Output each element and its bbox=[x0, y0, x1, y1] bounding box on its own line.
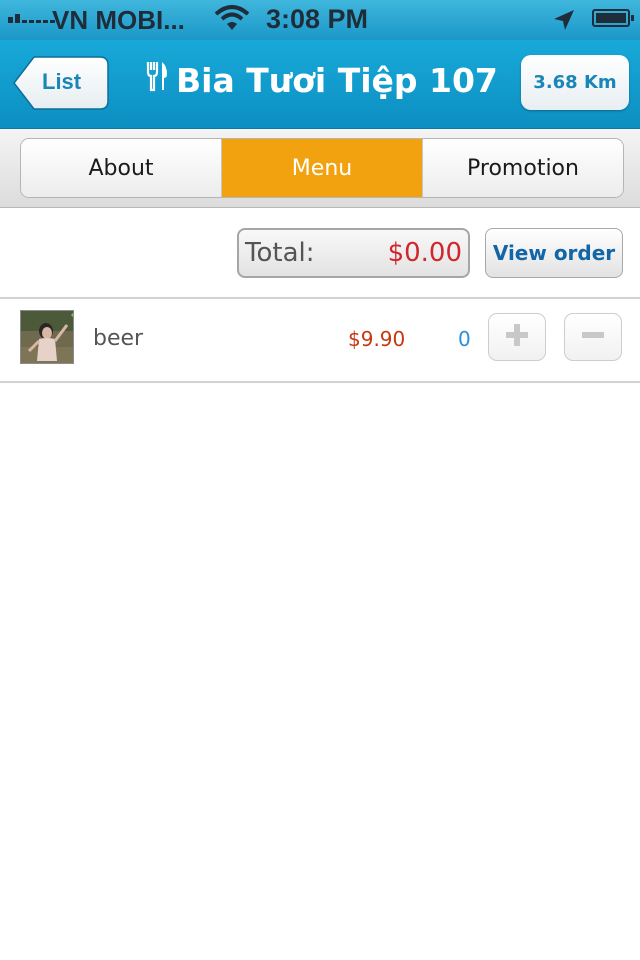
increase-quantity-button[interactable] bbox=[488, 313, 546, 361]
plus-icon bbox=[504, 322, 530, 352]
page-title: Bia Tươi Tiệp 107 bbox=[146, 60, 498, 100]
total-value: $0.00 bbox=[387, 238, 462, 268]
wifi-icon bbox=[214, 4, 250, 36]
battery-icon bbox=[592, 9, 634, 27]
divider bbox=[0, 381, 640, 383]
tab-menu[interactable]: Menu bbox=[222, 139, 423, 197]
tab-about[interactable]: About bbox=[21, 139, 222, 197]
clock: 3:08 PM bbox=[266, 4, 369, 34]
tab-promotion[interactable]: Promotion bbox=[423, 139, 623, 197]
item-price: $9.90 bbox=[348, 327, 406, 351]
minus-icon bbox=[580, 322, 606, 352]
status-bar: VN MOBI... 3:08 PM bbox=[0, 0, 640, 40]
divider bbox=[0, 297, 640, 299]
restaurant-icon bbox=[146, 60, 168, 100]
location-arrow-icon bbox=[552, 8, 576, 36]
back-button-label: List bbox=[42, 69, 82, 94]
order-total-box: Total: $0.00 bbox=[237, 228, 470, 278]
back-button[interactable]: List bbox=[12, 55, 110, 111]
view-order-button[interactable]: View order bbox=[485, 228, 623, 278]
decrease-quantity-button[interactable] bbox=[564, 313, 622, 361]
segmented-control: About Menu Promotion bbox=[20, 138, 624, 198]
item-thumbnail bbox=[20, 310, 74, 364]
item-quantity: 0 bbox=[458, 327, 471, 351]
page-title-text: Bia Tươi Tiệp 107 bbox=[176, 60, 498, 100]
navigation-bar: List Bia Tươi Tiệp 107 3.68 Km bbox=[0, 40, 640, 129]
signal-strength-icon bbox=[8, 14, 55, 23]
total-label: Total: bbox=[245, 238, 315, 268]
tab-bar: About Menu Promotion bbox=[0, 129, 640, 208]
item-name: beer bbox=[93, 326, 144, 351]
distance-button[interactable]: 3.68 Km bbox=[521, 55, 629, 110]
carrier-name: VN MOBI... bbox=[52, 5, 185, 35]
